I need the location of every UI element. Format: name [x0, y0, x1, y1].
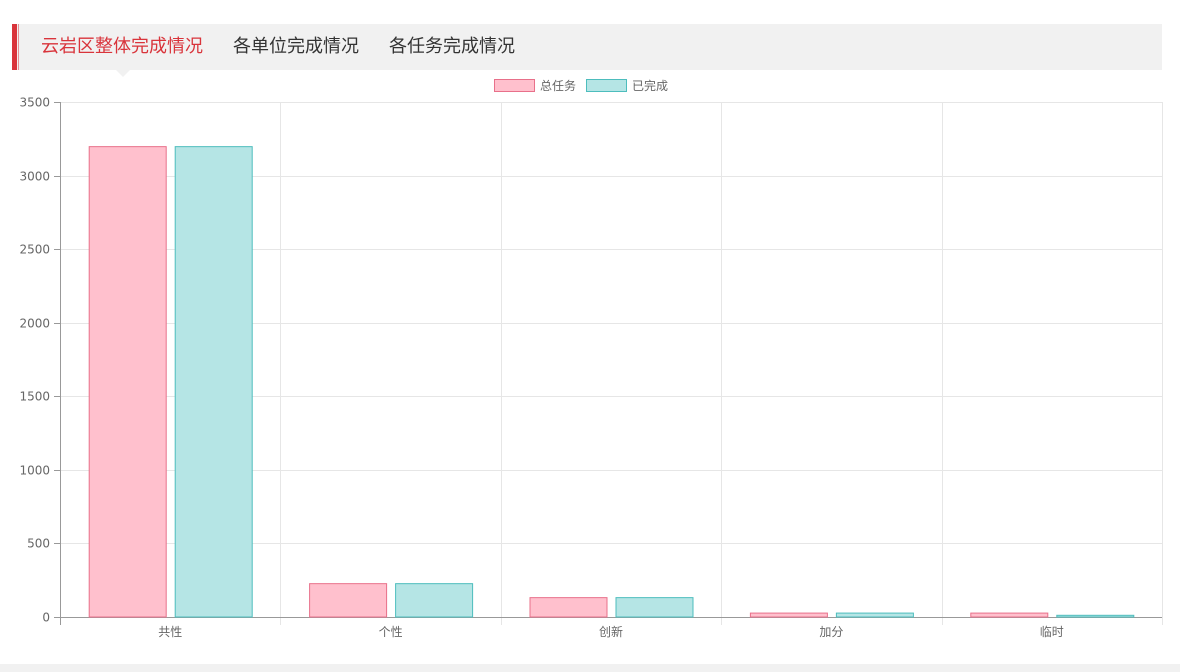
bar-total: [529, 597, 608, 618]
bar-done: [615, 597, 694, 618]
bar-done: [835, 612, 914, 618]
tab-units[interactable]: 各单位完成情况: [233, 24, 359, 70]
tab-bar-accent-line: [18, 24, 19, 70]
y-tick-label: 2500: [19, 243, 50, 257]
bar-total: [749, 612, 828, 618]
x-tick-label: 加分: [819, 625, 843, 639]
bar-done: [395, 583, 474, 618]
x-tick-label: 创新: [599, 624, 623, 639]
legend-label-total: 总任务: [540, 78, 576, 93]
legend-swatch-total: [494, 79, 535, 92]
tab-bar: 云岩区整体完成情况 各单位完成情况 各任务完成情况: [12, 24, 1162, 70]
bar-total: [309, 583, 388, 618]
bar-done: [174, 146, 253, 618]
y-tick-label: 2000: [19, 317, 50, 331]
y-tick-label: 3000: [19, 170, 50, 184]
y-tick-label: 1500: [19, 390, 50, 404]
y-tick-label: 3500: [19, 96, 50, 110]
tab-bar-accent: [12, 24, 17, 70]
y-tick-label: 500: [27, 537, 50, 551]
legend-label-done: 已完成: [632, 78, 668, 93]
tab-district-overall[interactable]: 云岩区整体完成情况: [41, 24, 203, 70]
x-tick-label: 个性: [379, 625, 403, 639]
bar-done: [1056, 614, 1135, 618]
bar-total: [970, 612, 1049, 618]
bar-chart: 0 500 1000 1500 2000 2500 3000 3500 共性 个性 创新 加分 临时 总任…: [19, 78, 1163, 639]
x-tick-label: 临时: [1040, 625, 1064, 639]
bottom-strip: [0, 664, 1180, 672]
bar-total: [88, 146, 167, 618]
y-tick-label: 1000: [19, 464, 50, 478]
tab-tasks[interactable]: 各任务完成情况: [389, 24, 515, 70]
x-tick-label: 共性: [158, 625, 182, 639]
y-tick-label: 0: [42, 611, 50, 625]
legend-swatch-done: [586, 79, 627, 92]
